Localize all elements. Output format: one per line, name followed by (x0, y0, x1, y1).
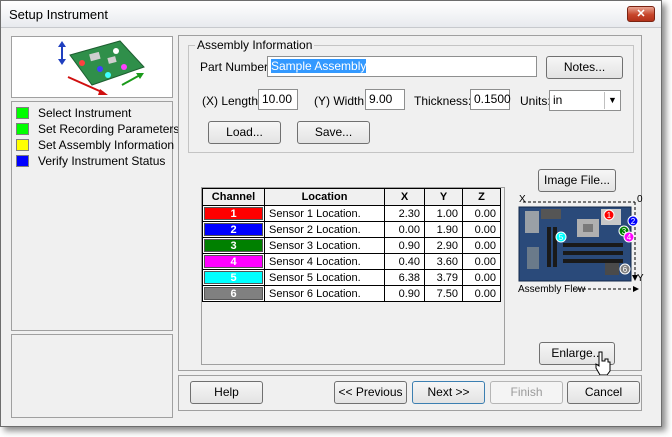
width-label: (Y) Width: (314, 94, 368, 108)
channel-cell[interactable]: 4 (202, 253, 265, 270)
y-cell[interactable]: 1.00 (424, 205, 463, 222)
length-input[interactable]: 10.00 (258, 89, 298, 110)
x-cell[interactable]: 0.40 (384, 253, 425, 270)
location-cell[interactable]: Sensor 3 Location. (264, 237, 385, 254)
group-title: Assembly Information (195, 38, 315, 52)
step-label: Verify Instrument Status (38, 154, 166, 168)
x-cell[interactable]: 2.30 (384, 205, 425, 222)
y-cell[interactable]: 1.90 (424, 221, 463, 238)
window-title: Setup Instrument (9, 7, 108, 22)
column-header-y[interactable]: Y (424, 188, 463, 206)
channel-cell[interactable]: 3 (202, 237, 265, 254)
column-header-x[interactable]: X (384, 188, 425, 206)
channel-swatch: 5 (204, 271, 263, 284)
assembly-preview[interactable]: 1 2 3 4 5 6 (517, 197, 641, 297)
channel-cell[interactable]: 6 (202, 285, 265, 302)
z-cell[interactable]: 0.00 (462, 205, 501, 222)
close-button[interactable]: ✕ (627, 6, 655, 22)
units-label: Units: (520, 94, 551, 108)
step-label: Set Assembly Information (38, 138, 175, 152)
x-cell[interactable]: 0.00 (384, 221, 425, 238)
location-cell[interactable]: Sensor 5 Location. (264, 269, 385, 286)
table-row[interactable]: 3 Sensor 3 Location. 0.90 2.90 0.00 (202, 237, 501, 254)
marker-2-label: 2 (631, 217, 636, 226)
z-cell[interactable]: 0.00 (462, 237, 501, 254)
step-label: Select Instrument (38, 106, 132, 120)
step-label: Set Recording Parameters (38, 122, 180, 136)
part-number-label: Part Number: (200, 60, 272, 74)
title-bar[interactable]: Setup Instrument ✕ (1, 1, 661, 28)
column-header-channel[interactable]: Channel (202, 188, 265, 206)
part-number-input[interactable]: Sample Assembly (267, 56, 537, 77)
close-icon: ✕ (636, 8, 646, 20)
step-status-icon (16, 107, 29, 119)
location-cell[interactable]: Sensor 4 Location. (264, 253, 385, 270)
help-button[interactable]: Help (190, 381, 263, 404)
setup-instrument-window: Setup Instrument ✕ Select Instrument Set… (0, 0, 662, 427)
z-cell[interactable]: 0.00 (462, 269, 501, 286)
table-row[interactable]: 5 Sensor 5 Location. 6.38 3.79 0.00 (202, 269, 501, 286)
chevron-down-icon[interactable]: ▼ (604, 92, 620, 109)
x-cell[interactable]: 6.38 (384, 269, 425, 286)
thickness-label: Thickness: (414, 94, 472, 108)
channel-swatch: 3 (204, 239, 263, 252)
finish-button[interactable]: Finish (490, 381, 563, 404)
location-cell[interactable]: Sensor 2 Location. (264, 221, 385, 238)
step-list: Select Instrument Set Recording Paramete… (11, 101, 179, 331)
column-header-location[interactable]: Location (264, 188, 385, 206)
y-cell[interactable]: 7.50 (424, 285, 463, 302)
step-status-icon (16, 123, 29, 135)
assembly-flow-label: Assembly Flow (518, 284, 586, 295)
marker-1-label: 1 (607, 211, 612, 220)
width-input[interactable]: 9.00 (365, 89, 405, 110)
notes-button[interactable]: Notes... (546, 56, 623, 79)
x-cell[interactable]: 0.90 (384, 285, 425, 302)
table-row[interactable]: 6 Sensor 6 Location. 0.90 7.50 0.00 (202, 285, 501, 302)
load-button[interactable]: Load... (208, 121, 281, 144)
next-button[interactable]: Next >> (412, 381, 485, 404)
location-cell[interactable]: Sensor 6 Location. (264, 285, 385, 302)
table-header-row: Channel Location X Y Z (202, 188, 501, 206)
channel-swatch: 2 (204, 223, 263, 236)
units-select[interactable]: in ▼ (549, 90, 621, 111)
channel-cell[interactable]: 1 (202, 205, 265, 222)
y-cell[interactable]: 3.60 (424, 253, 463, 270)
column-header-z[interactable]: Z (462, 188, 501, 206)
location-cell[interactable]: Sensor 1 Location. (264, 205, 385, 222)
x-cell[interactable]: 0.90 (384, 237, 425, 254)
y-cell[interactable]: 3.79 (424, 269, 463, 286)
table-row[interactable]: 4 Sensor 4 Location. 0.40 3.60 0.00 (202, 253, 501, 270)
table-row[interactable]: 1 Sensor 1 Location. 2.30 1.00 0.00 (202, 205, 501, 222)
length-label: (X) Length: (202, 94, 262, 108)
previous-button[interactable]: << Previous (334, 381, 407, 404)
marker-4-label: 4 (627, 233, 632, 242)
y-cell[interactable]: 2.90 (424, 237, 463, 254)
z-cell[interactable]: 0.00 (462, 253, 501, 270)
cancel-button[interactable]: Cancel (567, 381, 640, 404)
channel-swatch: 1 (204, 207, 263, 220)
marker-5-label: 5 (559, 233, 564, 242)
instrument-board-image (58, 40, 145, 95)
image-file-button[interactable]: Image File... (538, 169, 616, 192)
channel-cell[interactable]: 2 (202, 221, 265, 238)
z-cell[interactable]: 0.00 (462, 285, 501, 302)
step-status-icon (16, 139, 29, 151)
save-button[interactable]: Save... (297, 121, 370, 144)
z-cell[interactable]: 0.00 (462, 221, 501, 238)
channel-swatch: 6 (204, 287, 263, 300)
step-description-panel (11, 334, 173, 418)
step-status-icon (16, 155, 29, 167)
instrument-image-panel (11, 36, 173, 98)
table-row[interactable]: 2 Sensor 2 Location. 0.00 1.90 0.00 (202, 221, 501, 238)
marker-6-label: 6 (623, 265, 628, 274)
part-number-value: Sample Assembly (271, 59, 367, 73)
sensor-table: Channel Location X Y Z 1 Sensor 1 Locati… (202, 188, 501, 302)
units-value: in (553, 93, 563, 107)
thickness-input[interactable]: 0.1500 (470, 89, 511, 110)
channel-swatch: 4 (204, 255, 263, 268)
channel-cell[interactable]: 5 (202, 269, 265, 286)
hand-cursor-icon (595, 351, 611, 376)
